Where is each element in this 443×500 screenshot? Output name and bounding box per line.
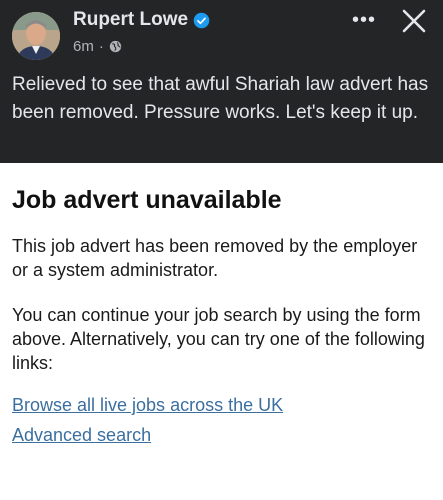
close-icon[interactable] bbox=[399, 6, 429, 36]
browse-all-jobs-link[interactable]: Browse all live jobs across the UK bbox=[12, 393, 283, 417]
verified-badge-icon bbox=[193, 12, 210, 28]
post-author[interactable]: Rupert Lowe bbox=[73, 9, 210, 31]
post-time[interactable]: 6m bbox=[73, 38, 94, 55]
avatar[interactable] bbox=[12, 12, 60, 60]
social-post: Rupert Lowe 6m · ••• Relieved to see tha… bbox=[0, 0, 443, 163]
continue-search-message: You can continue your job search by usin… bbox=[12, 305, 425, 373]
more-options-button[interactable]: ••• bbox=[348, 8, 380, 32]
advanced-search-link[interactable]: Advanced search bbox=[12, 423, 151, 447]
author-name[interactable]: Rupert Lowe bbox=[73, 9, 188, 31]
globe-icon bbox=[109, 40, 122, 53]
post-text: Relieved to see that awful Shariah law a… bbox=[12, 74, 429, 123]
post-meta: 6m · bbox=[73, 38, 122, 55]
page-title: Job advert unavailable bbox=[12, 186, 282, 214]
job-page: Job advert unavailable This job advert h… bbox=[0, 163, 443, 500]
meta-separator: · bbox=[98, 38, 104, 55]
removed-message: This job advert has been removed by the … bbox=[12, 236, 418, 280]
